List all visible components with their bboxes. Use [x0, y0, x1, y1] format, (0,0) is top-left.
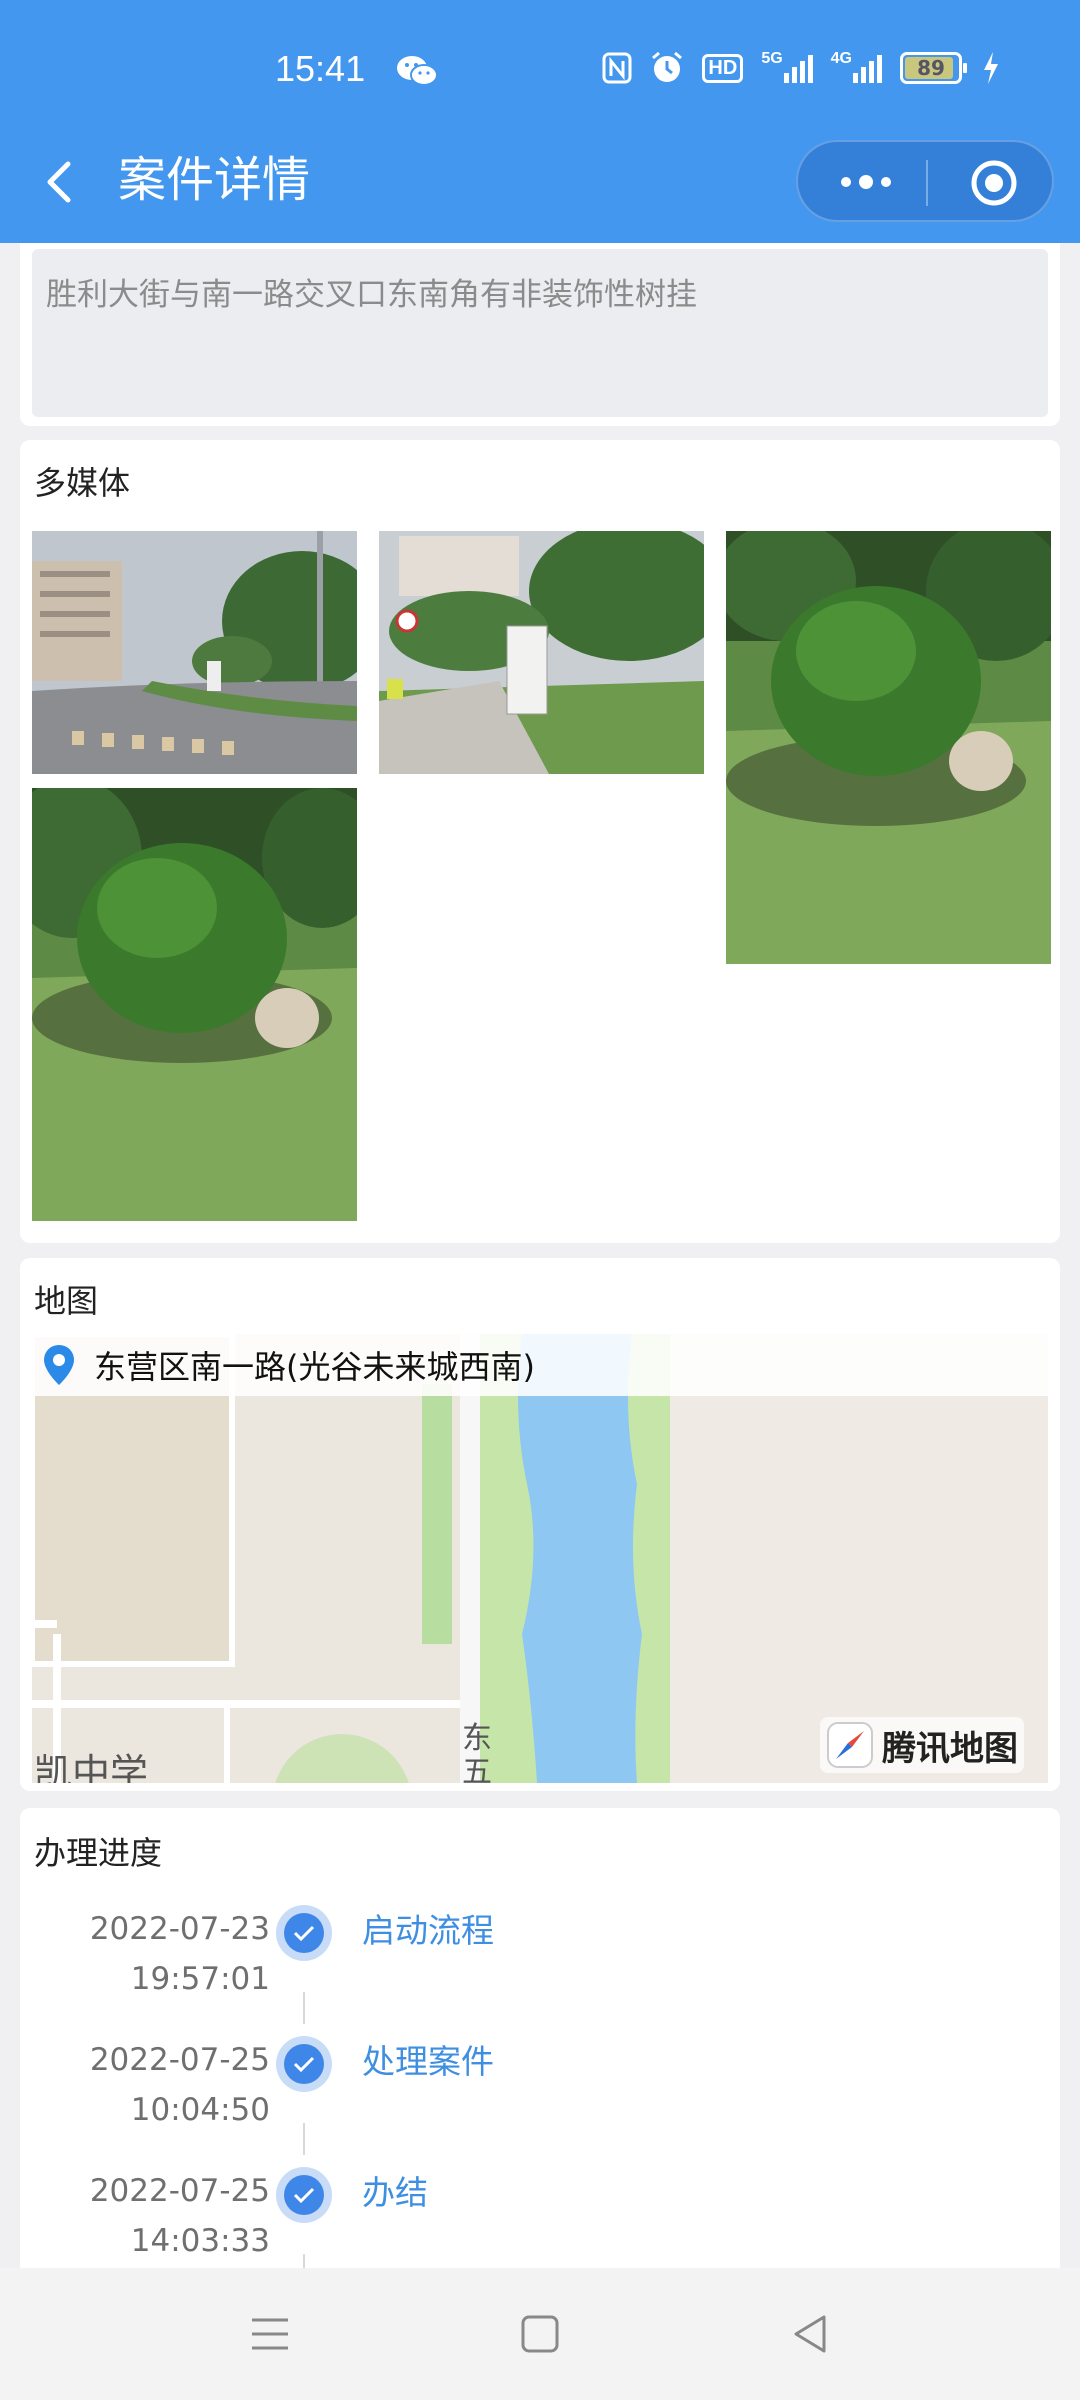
media-card: 多媒体: [20, 440, 1060, 1243]
status-icons: HD 5G 4G 89: [602, 50, 1000, 86]
map-view[interactable]: 东五 凯中学 东营区南一路(光谷未来城西南) 腾讯地图: [32, 1334, 1048, 1783]
battery-icon: 89: [900, 52, 967, 84]
nav-bar: 案件详情: [0, 140, 1080, 243]
media-photo-4[interactable]: [32, 788, 357, 1221]
top-bar: 15:41 HD 5G 4G 89 案件详情: [0, 0, 1080, 243]
home-icon[interactable]: [518, 2312, 562, 2356]
map-brand: 腾讯地图: [882, 1728, 1018, 1769]
wechat-icon: [397, 56, 438, 86]
media-photo-3[interactable]: [726, 531, 1051, 964]
hd-icon: HD: [702, 50, 744, 86]
progress-step: 2022-07-23 19:57:01 启动流程: [20, 1904, 1060, 2034]
step-label[interactable]: 办结: [362, 2168, 428, 2218]
close-miniprogram-icon[interactable]: [970, 159, 1018, 207]
step-label[interactable]: 处理案件: [362, 2037, 494, 2087]
description-text: 胜利大街与南一路交叉口东南角有非装饰性树挂: [32, 249, 1048, 417]
media-photo-1[interactable]: [32, 531, 357, 774]
signal-5g-icon: 5G: [761, 50, 813, 86]
charging-icon: [984, 52, 998, 84]
miniprogram-capsule: [796, 140, 1054, 222]
back-nav-icon[interactable]: [788, 2312, 832, 2356]
map-title: 地图: [34, 1282, 99, 1320]
map-card: 地图 东五 凯中学 东营区南一路(光谷未来城西南) 腾讯地图: [20, 1258, 1060, 1791]
progress-title: 办理进度: [34, 1834, 163, 1872]
location-pin-icon: [44, 1345, 74, 1385]
system-nav-bar: [0, 2268, 1080, 2400]
media-photo-2[interactable]: [379, 531, 704, 774]
description-card: 胜利大街与南一路交叉口东南角有非装饰性树挂: [20, 243, 1060, 426]
status-bar: 15:41 HD 5G 4G 89: [0, 0, 1080, 140]
back-icon[interactable]: [38, 150, 78, 210]
map-address-bar: 东营区南一路(光谷未来城西南): [32, 1334, 1048, 1396]
check-icon: [276, 2167, 332, 2223]
status-time: 15:41: [275, 48, 366, 89]
menu-icon[interactable]: [248, 2312, 292, 2356]
map-road-label: 东五: [462, 1721, 492, 1784]
signal-4g-icon: 4G: [831, 50, 882, 86]
step-label[interactable]: 启动流程: [362, 1906, 494, 1956]
check-icon: [276, 1905, 332, 1961]
timeline-connector: [303, 1992, 305, 2024]
media-title: 多媒体: [34, 464, 131, 502]
nfc-icon: [602, 52, 632, 84]
step-datetime: 2022-07-25 14:03:33: [89, 2173, 270, 2259]
compass-icon: [827, 1722, 873, 1768]
progress-card: 办理进度 2022-07-23 19:57:01 启动流程 2022-07-25 1…: [20, 1808, 1060, 2286]
map-school-label: 凯中学: [34, 1751, 149, 1783]
progress-step: 2022-07-25 10:04:50 处理案件: [20, 2035, 1060, 2165]
timeline-connector: [303, 2123, 305, 2155]
battery-level: 89: [917, 56, 945, 80]
step-datetime: 2022-07-25 10:04:50: [89, 2042, 270, 2128]
more-icon[interactable]: [836, 170, 896, 194]
step-datetime: 2022-07-23 19:57:01: [89, 1911, 270, 1997]
map-tiles: [32, 1334, 1048, 1783]
page-title: 案件详情: [118, 152, 311, 208]
check-icon: [276, 2036, 332, 2092]
capsule-divider: [926, 160, 928, 206]
map-address: 东营区南一路(光谷未来城西南): [94, 1348, 535, 1386]
alarm-icon: [652, 51, 683, 82]
map-brand-logo: 腾讯地图: [820, 1717, 1024, 1773]
